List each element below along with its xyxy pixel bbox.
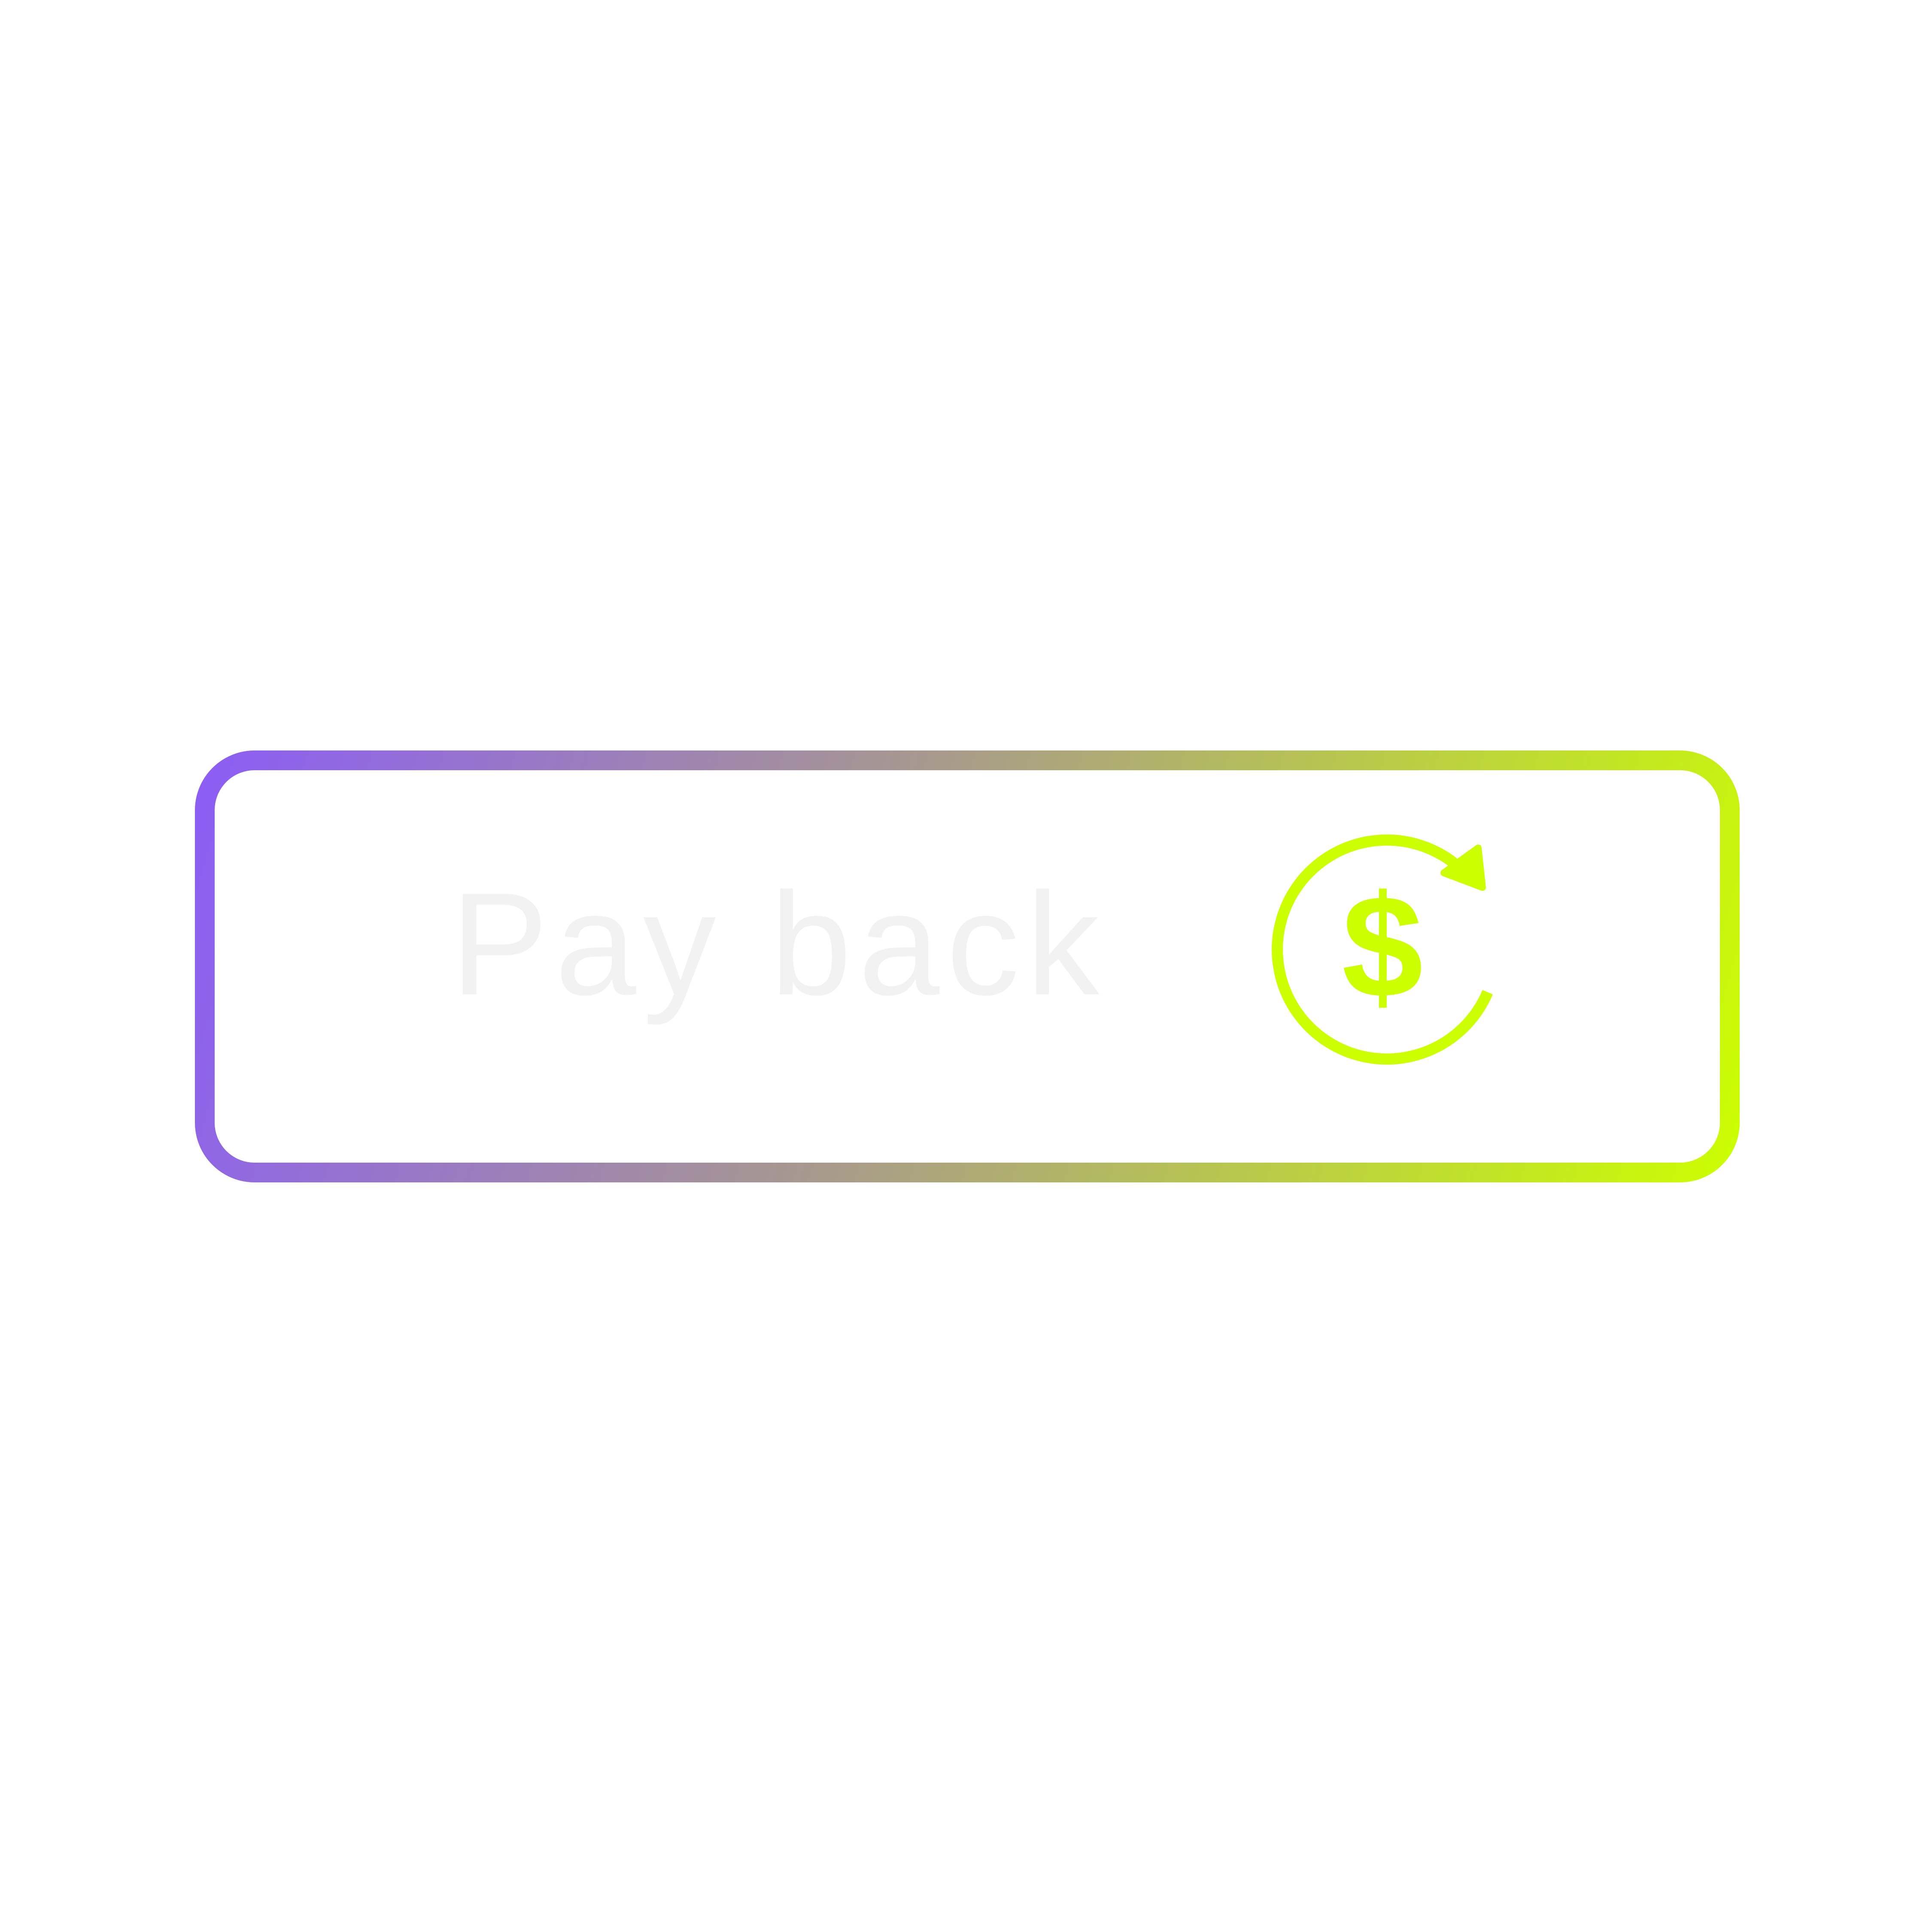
- refund-dollar-icon: $: [1264, 834, 1495, 1076]
- canvas: Pay back $: [0, 0, 1932, 1932]
- svg-text:$: $: [1342, 865, 1423, 1028]
- pay-back-button[interactable]: Pay back $: [194, 750, 1740, 1183]
- pay-back-label: Pay back: [451, 863, 1106, 1026]
